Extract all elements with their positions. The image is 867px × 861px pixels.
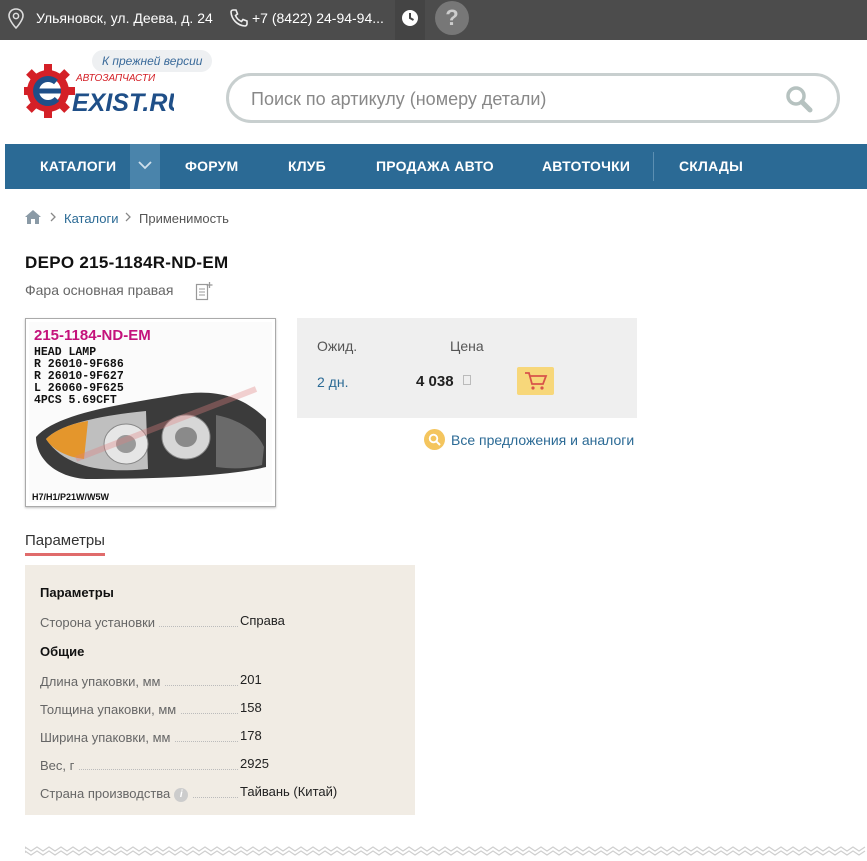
param-value: 2925 xyxy=(240,756,269,771)
add-to-cart-button[interactable] xyxy=(517,367,554,395)
section-title: Параметры xyxy=(40,585,114,600)
phone-number[interactable]: +7 (8422) 24-94-94... xyxy=(252,10,384,26)
work-hours-button[interactable] xyxy=(395,0,425,40)
param-row: Толщина упаковки, мм 158 xyxy=(40,700,410,718)
breadcrumb-catalogs[interactable]: Каталоги xyxy=(64,211,119,226)
cart-icon xyxy=(525,372,548,390)
breadcrumb-applicability: Применимость xyxy=(139,211,229,226)
magnifier-icon xyxy=(424,429,445,450)
param-value: Тайвань (Китай) xyxy=(240,784,338,799)
nav-item-service-points[interactable]: АВТОТОЧКИ xyxy=(542,144,630,189)
svg-text:4PCS 5.69CFT: 4PCS 5.69CFT xyxy=(34,394,117,407)
param-row: Ширина упаковки, мм 178 xyxy=(40,728,410,746)
nav-item-club[interactable]: КЛУБ xyxy=(288,144,326,189)
city-address[interactable]: Ульяновск, ул. Деева, д. 24 xyxy=(36,10,213,26)
parameters-table: Параметры Сторона установки Справа Общие… xyxy=(25,565,415,815)
param-row: Страна производства i Тайвань (Китай) xyxy=(40,784,410,802)
param-key: Страна производства i xyxy=(40,786,193,802)
tab-parameters[interactable]: Параметры xyxy=(25,532,105,556)
nav-item-forum[interactable]: ФОРУМ xyxy=(185,144,238,189)
param-key-text: Страна производства xyxy=(40,786,171,801)
add-note-icon[interactable] xyxy=(195,281,213,301)
nav-divider xyxy=(653,152,654,181)
param-row: Длина упаковки, мм 201 xyxy=(40,672,410,690)
search-icon[interactable] xyxy=(785,85,813,113)
chevron-right-icon xyxy=(125,212,131,222)
zigzag-divider xyxy=(25,846,866,856)
nav-item-warehouses[interactable]: СКЛАДЫ xyxy=(679,144,743,189)
clock-icon xyxy=(402,10,418,26)
param-value: Справа xyxy=(240,613,285,628)
param-value: 158 xyxy=(240,700,262,715)
phone-icon xyxy=(230,9,248,27)
param-row: Сторона установки Справа xyxy=(40,613,410,631)
price-header: Цена xyxy=(450,338,484,354)
offer-panel: Ожид. Цена 2 дн. 4 038 xyxy=(297,318,637,418)
param-value: 178 xyxy=(240,728,262,743)
chevron-down-icon xyxy=(138,161,152,170)
top-bar: Ульяновск, ул. Деева, д. 24 +7 (8422) 24… xyxy=(0,0,867,40)
all-offers-label[interactable]: Все предложения и аналоги xyxy=(451,432,634,448)
location-pin-icon[interactable] xyxy=(6,7,26,31)
search-input[interactable]: Поиск по артикулу (номеру детали) xyxy=(251,89,546,110)
svg-text:EXIST.RU: EXIST.RU xyxy=(72,89,174,117)
svg-text:215-1184-ND-EM: 215-1184-ND-EM xyxy=(34,327,151,344)
headlamp-image: 215-1184-ND-EM HEAD LAMP R 26010-9F686 R… xyxy=(26,319,275,506)
param-key: Толщина упаковки, мм xyxy=(40,702,181,717)
product-subtitle: Фара основная правая xyxy=(25,282,174,298)
section-title: Общие xyxy=(40,644,85,659)
catalogs-dropdown-toggle[interactable] xyxy=(130,144,160,189)
price-value: 4 038 xyxy=(416,373,454,390)
chevron-right-icon xyxy=(50,212,56,222)
param-key: Ширина упаковки, мм xyxy=(40,730,175,745)
wait-days[interactable]: 2 дн. xyxy=(317,374,348,390)
nav-item-car-sale[interactable]: ПРОДАЖА АВТО xyxy=(376,144,494,189)
previous-version-link[interactable]: К прежней версии xyxy=(92,50,213,72)
svg-text:H7/H1/P21W/W5W: H7/H1/P21W/W5W xyxy=(32,492,110,502)
param-key: Длина упаковки, мм xyxy=(40,674,165,689)
svg-text:АВТОЗАПЧАСТИ: АВТОЗАПЧАСТИ xyxy=(75,73,156,84)
wait-header: Ожид. xyxy=(317,338,358,354)
home-icon[interactable] xyxy=(24,209,42,225)
param-value: 201 xyxy=(240,672,262,687)
param-key: Сторона установки xyxy=(40,615,160,630)
param-key: Вес, г xyxy=(40,758,79,773)
ruble-icon xyxy=(463,375,471,385)
param-row: Вес, г 2925 xyxy=(40,756,410,774)
info-icon[interactable]: i xyxy=(174,788,189,802)
product-title: DEPO 215-1184R-ND-EM xyxy=(25,253,229,272)
search-box[interactable]: Поиск по артикулу (номеру детали) xyxy=(226,73,840,123)
help-button[interactable]: ? xyxy=(435,1,469,35)
nav-item-catalogs[interactable]: КАТАЛОГИ xyxy=(40,144,116,189)
main-nav: КАТАЛОГИ ФОРУМ КЛУБ ПРОДАЖА АВТО АВТОТОЧ… xyxy=(5,144,867,189)
product-photo[interactable]: 215-1184-ND-EM HEAD LAMP R 26010-9F686 R… xyxy=(25,318,276,507)
